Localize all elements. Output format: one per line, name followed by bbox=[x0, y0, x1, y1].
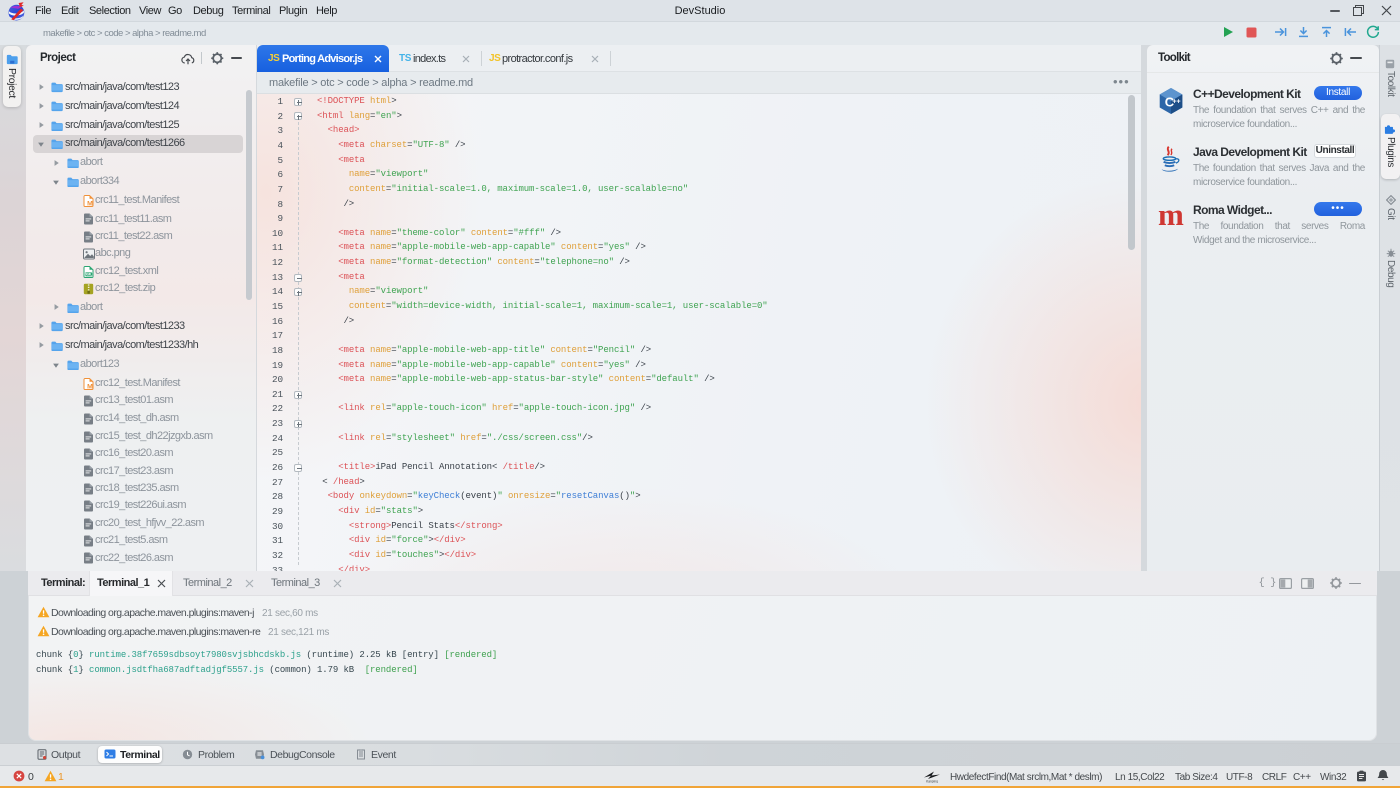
svg-text:++: ++ bbox=[1172, 99, 1180, 106]
svg-text:M: M bbox=[87, 201, 93, 207]
svg-text:Kanping: Kanping bbox=[926, 779, 938, 783]
svg-text:M: M bbox=[87, 383, 93, 389]
svg-text:XML: XML bbox=[85, 272, 92, 276]
